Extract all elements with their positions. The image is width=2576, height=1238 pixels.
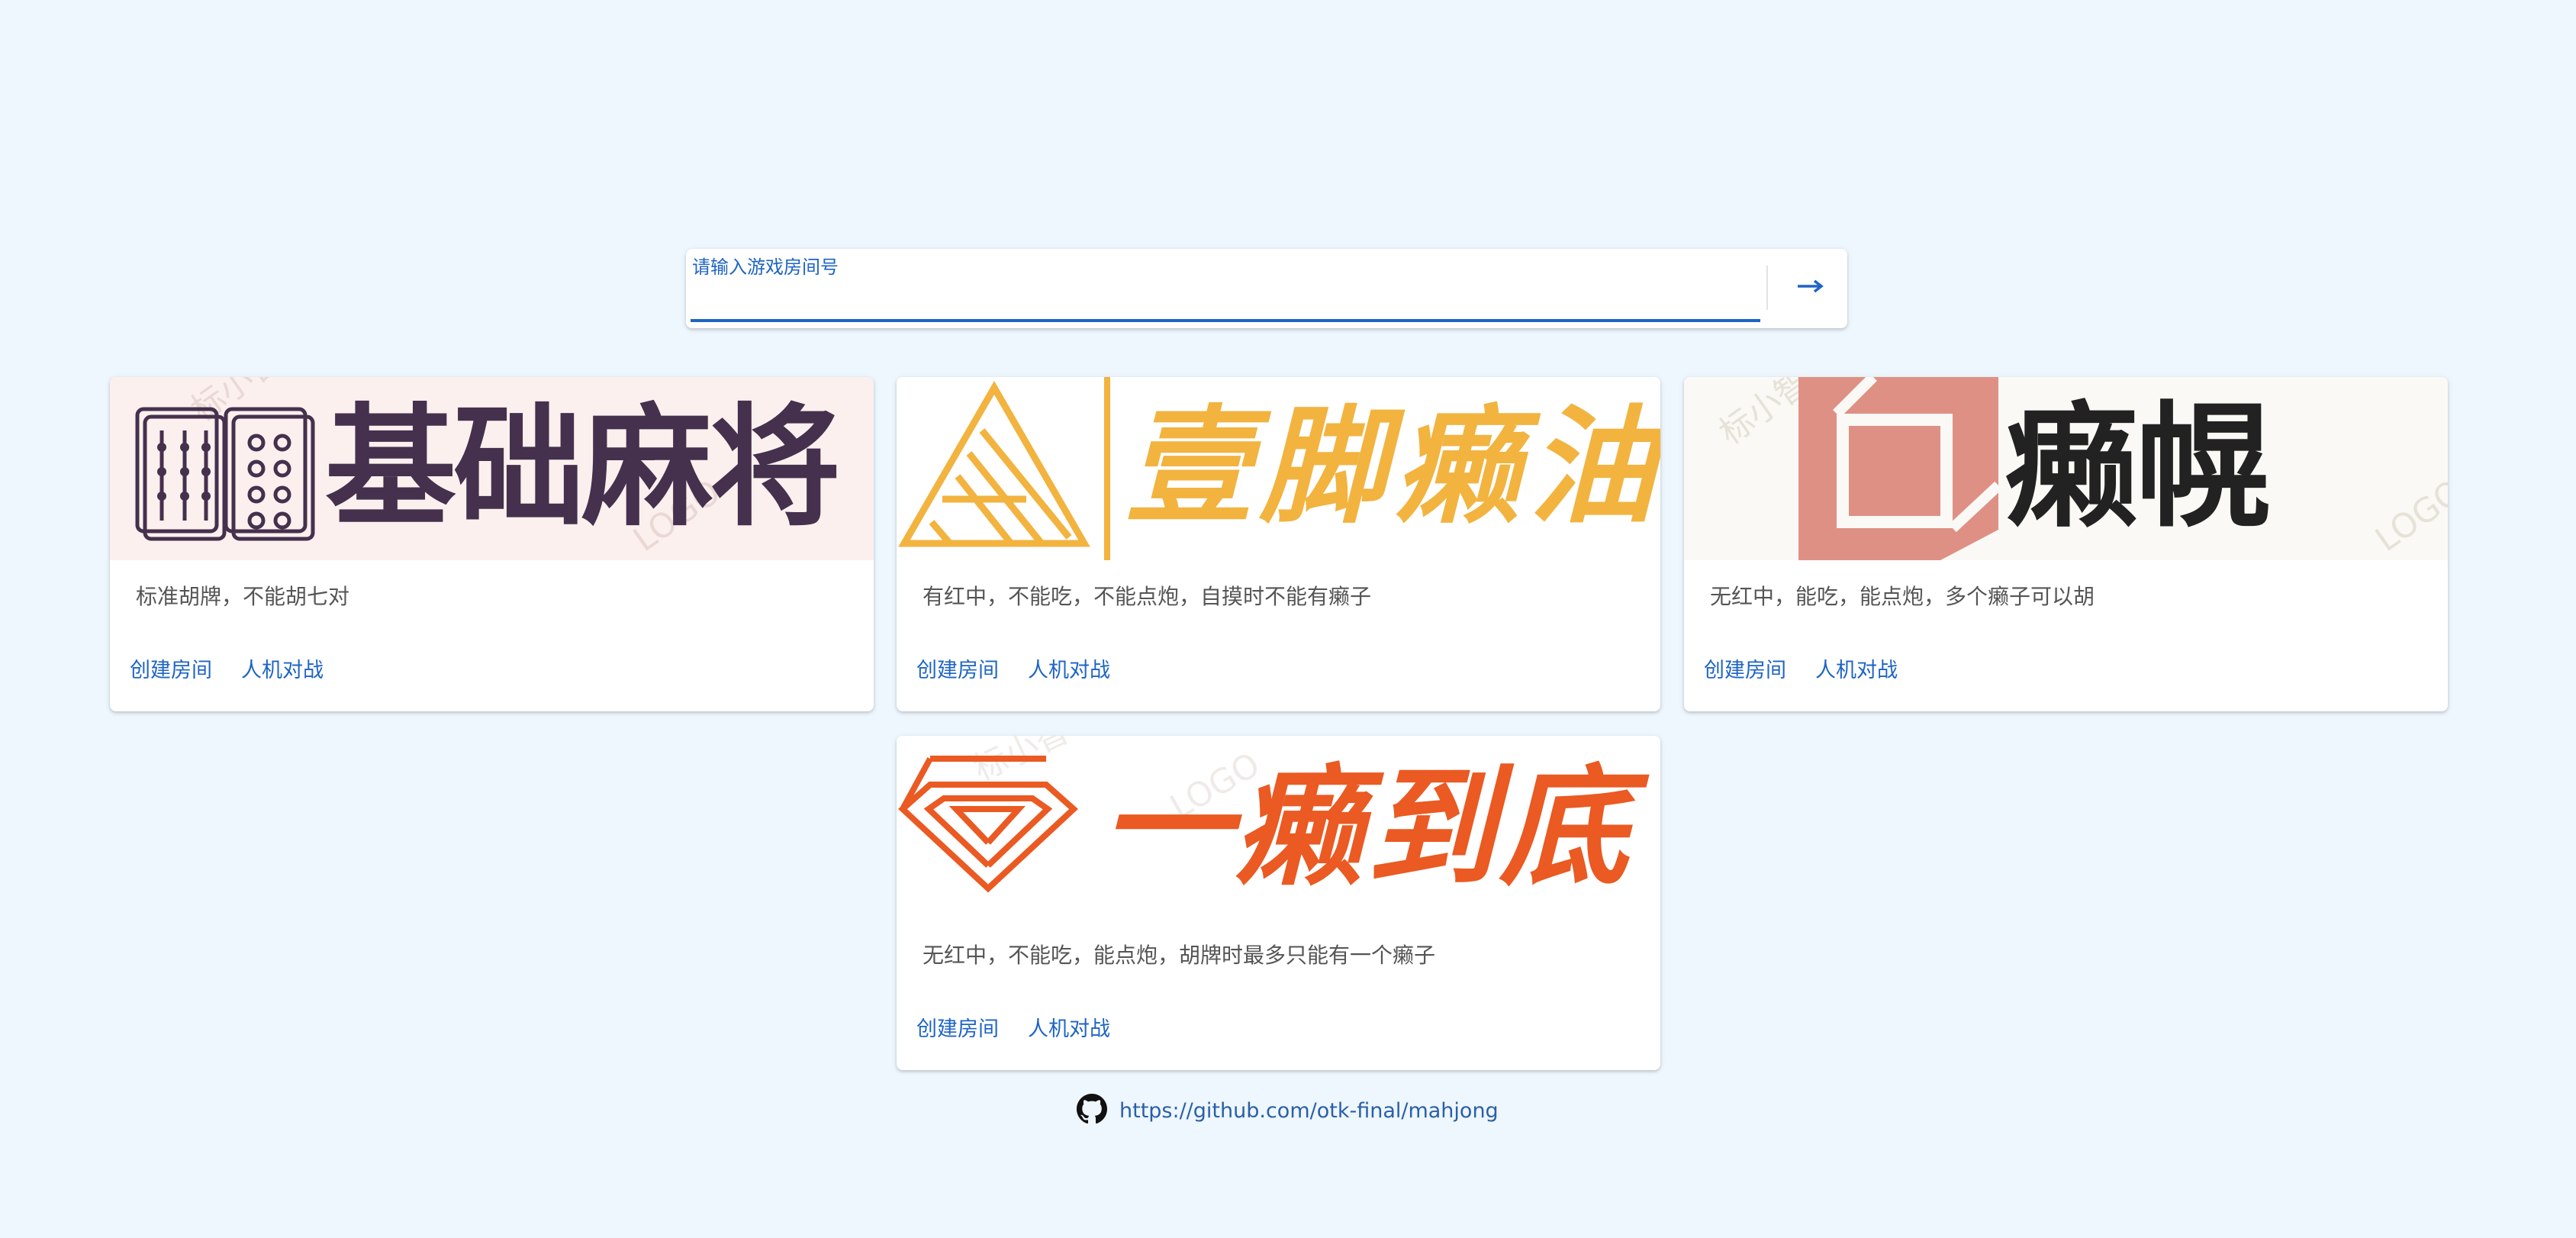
svg-text:标小智: 标小智 [968,736,1075,789]
card-description: 无红中，不能吃，能点炮，胡牌时最多只能有一个癞子 [923,943,1436,968]
github-repo-link[interactable]: https://github.com/otk-final/mahjong [1119,1099,1499,1123]
card-description: 标准胡牌，不能胡七对 [136,584,350,609]
room-number-input-underline [691,319,1760,322]
search-divider [1766,266,1768,310]
footer: https://github.com/otk-final/mahjong [1077,1094,1499,1127]
game-card-yijiao-laiyou: 壹脚癞油 有红中，不能吃，不能点炮，自摸时不能有癞子 创建房间 人机对战 [897,377,1660,711]
join-room-button[interactable] [1783,263,1837,313]
card-banner: 标小智 LOGO 基础麻将 [110,377,874,560]
github-icon [1077,1094,1107,1127]
card-banner: 标小智 LOGO 一癞到底 [897,736,1660,919]
card-banner: 标小智 LOGO 癞幌 [1684,377,2448,560]
svg-text:LOGO: LOGO [2368,472,2448,559]
arrow-right-icon [1796,279,1824,297]
create-room-button[interactable]: 创建房间 [130,653,212,683]
card-description: 有红中，不能吃，不能点炮，自摸时不能有癞子 [923,584,1372,609]
card-title: 一癞到底 [1101,753,1633,904]
ai-battle-button[interactable]: 人机对战 [1028,1012,1110,1042]
room-number-input[interactable] [691,281,1760,318]
ai-battle-button[interactable]: 人机对战 [241,653,324,683]
create-room-button[interactable]: 创建房间 [916,653,999,683]
create-room-button[interactable]: 创建房间 [1704,653,1786,683]
create-room-button[interactable]: 创建房间 [916,1012,999,1042]
svg-text:标小智: 标小智 [184,377,288,430]
card-actions: 创建房间 人机对战 [916,653,1110,683]
room-search-bar: 请输入游戏房间号 [686,249,1847,328]
game-card-yilai-daodi: 标小智 LOGO 一癞到底 无红中，不能吃，能点炮，胡牌时最多只能有一个癞子 创… [897,736,1660,1070]
card-actions: 创建房间 人机对战 [130,653,324,683]
card-banner: 壹脚癞油 [897,377,1660,560]
game-card-basic-mahjong: 标小智 LOGO 基础麻将 标准胡牌，不能胡七对 创建房间 人机对战 [110,377,874,711]
card-title: 壹脚癞油 [1125,394,1660,541]
card-actions: 创建房间 人机对战 [916,1012,1110,1042]
card-title: 基础麻将 [325,391,841,544]
card-title: 癞幌 [2004,389,2270,546]
ai-battle-button[interactable]: 人机对战 [1815,653,1898,683]
card-description: 无红中，能吃，能点炮，多个癞子可以胡 [1710,584,2095,609]
room-number-label: 请输入游戏房间号 [692,256,839,278]
game-card-laihuang: 标小智 LOGO 癞幌 无红中，能吃，能点炮，多个癞子可以胡 创建房间 人机对战 [1684,377,2448,711]
ai-battle-button[interactable]: 人机对战 [1028,653,1110,683]
card-actions: 创建房间 人机对战 [1704,653,1898,683]
